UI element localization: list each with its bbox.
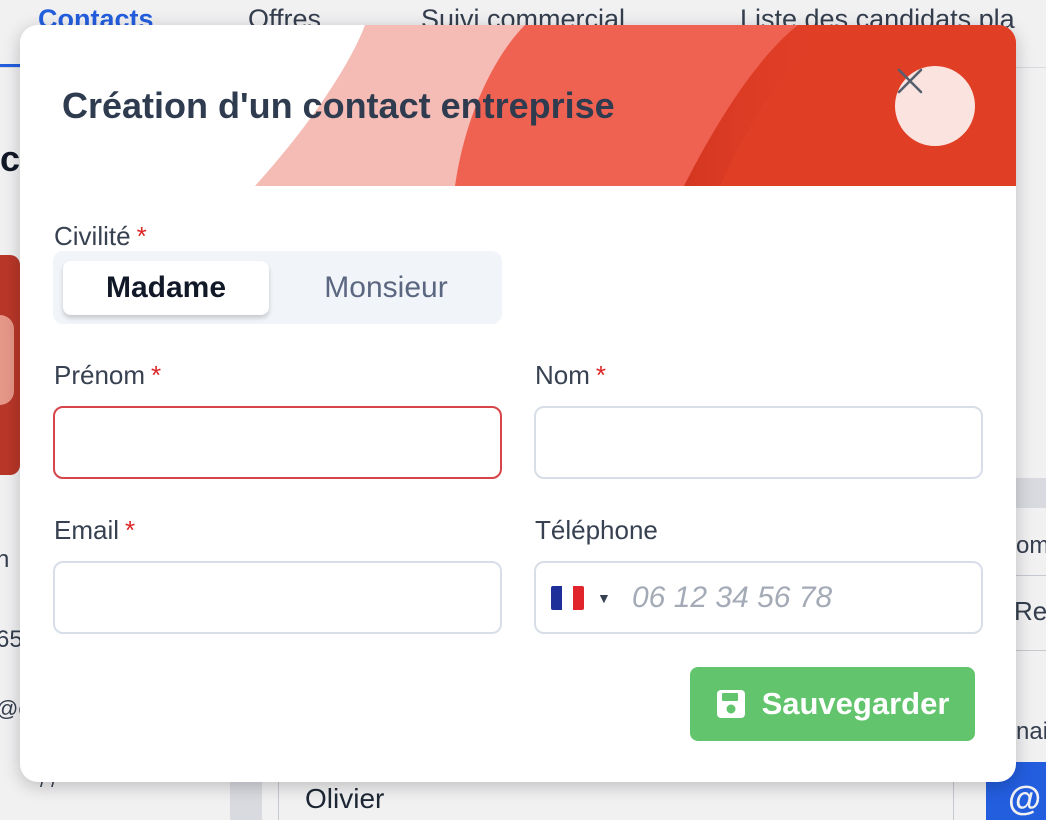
save-button-label: Sauvegarder [761, 686, 950, 721]
civilite-toggle: Madame Monsieur [53, 251, 502, 324]
civilite-label: Civilité * [54, 221, 147, 251]
floppy-disk-icon [716, 690, 745, 718]
required-indicator: * [595, 360, 607, 390]
email-input[interactable] [53, 561, 502, 634]
telephone-label: Téléphone [535, 515, 658, 545]
required-indicator: * [151, 360, 162, 390]
telephone-field: ▼ [534, 561, 983, 634]
close-button[interactable] [895, 66, 975, 146]
required-indicator: * [136, 221, 147, 251]
prenom-label: Prénom * [54, 360, 162, 390]
civilite-option-madame[interactable]: Madame [63, 261, 269, 315]
required-indicator: * [125, 515, 136, 545]
close-icon [897, 68, 923, 94]
modal-header: Création d'un contact entreprise [20, 25, 1016, 186]
telephone-input[interactable] [632, 571, 972, 625]
prenom-input[interactable] [53, 406, 502, 479]
nom-input[interactable] [534, 406, 983, 479]
modal-title: Création d'un contact entreprise [62, 85, 615, 126]
email-label: Email * [54, 515, 136, 545]
france-flag-icon[interactable] [551, 586, 584, 610]
nom-label: Nom * [535, 360, 607, 390]
save-button[interactable]: Sauvegarder [690, 667, 975, 741]
create-contact-modal: Création d'un contact entreprise Civilit… [20, 25, 1016, 782]
civilite-option-monsieur[interactable]: Monsieur [301, 261, 471, 315]
country-dropdown-caret-icon[interactable]: ▼ [597, 590, 611, 606]
